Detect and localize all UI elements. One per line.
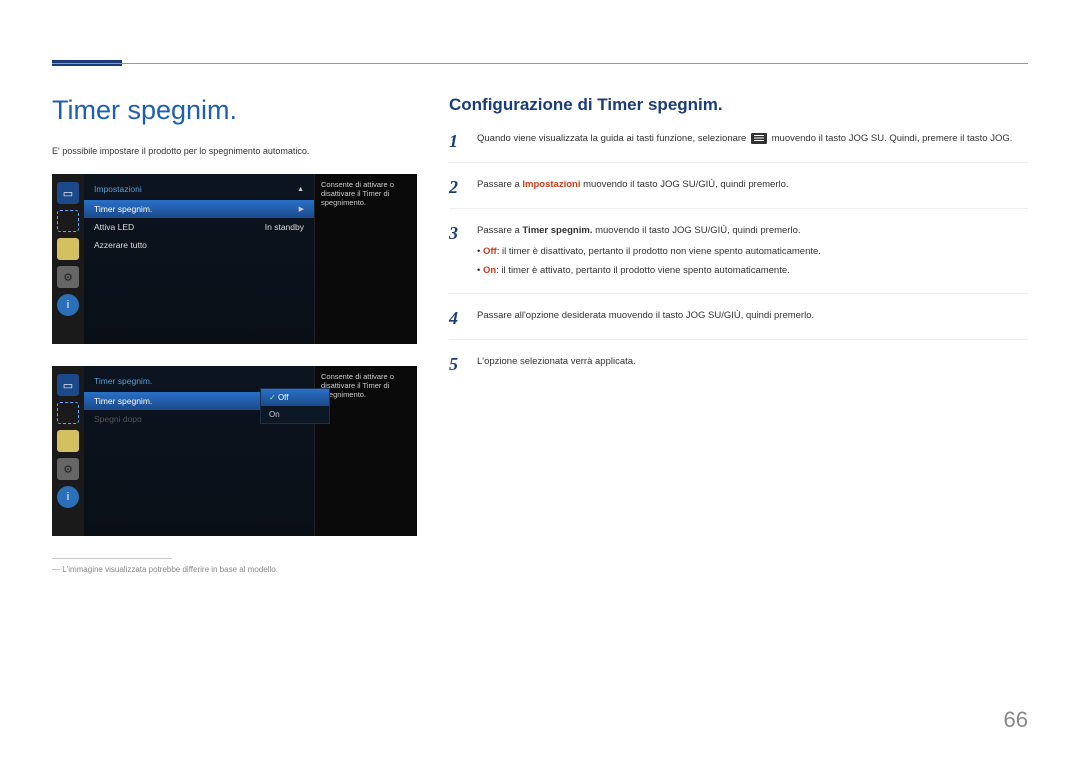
step-number: 1	[449, 131, 463, 152]
step-number: 3	[449, 223, 463, 283]
step-text: Passare a	[477, 225, 522, 236]
bullet-on: On: il timer è attivato, pertanto il pro…	[477, 263, 821, 278]
intro-text: E' possibile impostare il prodotto per l…	[52, 146, 412, 156]
osd-row-label: Spegni dopo	[94, 414, 142, 424]
menu-icon	[751, 133, 767, 144]
osd-row-label: Timer spegnim.	[94, 204, 152, 214]
color-icon	[57, 430, 79, 452]
picture-icon	[57, 210, 79, 232]
osd-row-label: Attiva LED	[94, 222, 134, 232]
osd-row-value: In standby	[265, 222, 304, 232]
osd-main: Impostazioni ▲ Timer spegnim. ▶ Attiva L…	[84, 174, 417, 344]
step-1: 1 Quando viene visualizzata la guida ai …	[449, 131, 1028, 163]
bullet-desc: : il timer è disattivato, pertanto il pr…	[497, 246, 821, 257]
bullet-desc: : il timer è attivato, pertanto il prodo…	[496, 265, 790, 276]
step-body: Passare a Timer spegnim. muovendo il tas…	[477, 223, 821, 283]
left-column: Timer spegnim. E' possibile impostare il…	[52, 95, 412, 574]
dropdown-option-on: On	[261, 406, 329, 423]
step-4: 4 Passare all'opzione desiderata muovend…	[449, 308, 1028, 340]
step-bold: Timer spegnim.	[522, 225, 592, 236]
dropdown-option-off: Off	[261, 389, 329, 406]
step-body: Passare a Impostazioni muovendo il tasto…	[477, 177, 789, 198]
step-2: 2 Passare a Impostazioni muovendo il tas…	[449, 177, 1028, 209]
step-body: L'opzione selezionata verrà applicata.	[477, 354, 636, 375]
chevron-right-icon: ▶	[299, 205, 304, 213]
footnote: ― L'immagine visualizzata potrebbe diffe…	[52, 565, 412, 574]
step-text: Passare a	[477, 179, 522, 190]
bullet-off: Off: il timer è disattivato, pertanto il…	[477, 244, 821, 259]
step-text: muovendo il tasto JOG SU/GIÙ, quindi pre…	[592, 225, 800, 236]
step-number: 4	[449, 308, 463, 329]
osd-dropdown: Off On	[260, 388, 330, 424]
step-number: 5	[449, 354, 463, 375]
info-icon: i	[57, 486, 79, 508]
bullet-label: Off	[483, 246, 497, 257]
osd-sidebar: ▭ ⚙ i	[52, 174, 84, 344]
step-body: Passare all'opzione desiderata muovendo …	[477, 308, 814, 329]
step-text: muovendo il tasto JOG SU/GIÙ, quindi pre…	[580, 179, 788, 190]
gear-icon: ⚙	[57, 266, 79, 288]
osd-title-text: Timer spegnim.	[94, 376, 152, 386]
osd-menu-title: Impostazioni ▲	[84, 180, 314, 200]
osd-main: Timer spegnim. Timer spegnim. Spegni dop…	[84, 366, 417, 536]
footnote-rule	[52, 558, 172, 559]
osd-description: Consente di attivare o disattivare il Ti…	[314, 174, 417, 344]
osd-sidebar: ▭ ⚙ i	[52, 366, 84, 536]
osd-row-led: Attiva LED In standby	[84, 218, 314, 236]
osd-row-label: Timer spegnim.	[94, 396, 152, 406]
subsection-title: Configurazione di Timer spegnim.	[449, 95, 1028, 115]
step-body: Quando viene visualizzata la guida ai ta…	[477, 131, 1012, 152]
header-rule	[52, 63, 1028, 64]
bullet-label: On	[483, 265, 496, 276]
osd-row-reset: Azzerare tutto	[84, 236, 314, 254]
step-number: 2	[449, 177, 463, 198]
step-3: 3 Passare a Timer spegnim. muovendo il t…	[449, 223, 1028, 294]
gear-icon: ⚙	[57, 458, 79, 480]
osd-list: Impostazioni ▲ Timer spegnim. ▶ Attiva L…	[84, 174, 314, 344]
osd-row-label: Azzerare tutto	[94, 240, 147, 250]
monitor-icon: ▭	[57, 374, 79, 396]
step-text: Quando viene visualizzata la guida ai ta…	[477, 133, 749, 144]
osd-row-timer: Timer spegnim. ▶	[84, 200, 314, 218]
chevron-up-icon: ▲	[297, 186, 304, 193]
page-number: 66	[1004, 707, 1028, 733]
step-text: muovendo il tasto JOG SU. Quindi, premer…	[769, 133, 1012, 144]
section-title: Timer spegnim.	[52, 95, 412, 126]
monitor-icon: ▭	[57, 182, 79, 204]
info-icon: i	[57, 294, 79, 316]
osd-screenshot-timer: ▭ ⚙ i Timer spegnim. Timer spegnim. Speg…	[52, 366, 417, 536]
step-bullet-list: Off: il timer è disattivato, pertanto il…	[477, 244, 821, 278]
step-5: 5 L'opzione selezionata verrà applicata.	[449, 354, 1028, 385]
color-icon	[57, 238, 79, 260]
picture-icon	[57, 402, 79, 424]
step-link: Impostazioni	[522, 179, 580, 190]
osd-title-text: Impostazioni	[94, 184, 142, 194]
osd-screenshot-settings: ▭ ⚙ i Impostazioni ▲ Timer spegnim. ▶ At…	[52, 174, 417, 344]
right-column: Configurazione di Timer spegnim. 1 Quand…	[449, 95, 1028, 399]
